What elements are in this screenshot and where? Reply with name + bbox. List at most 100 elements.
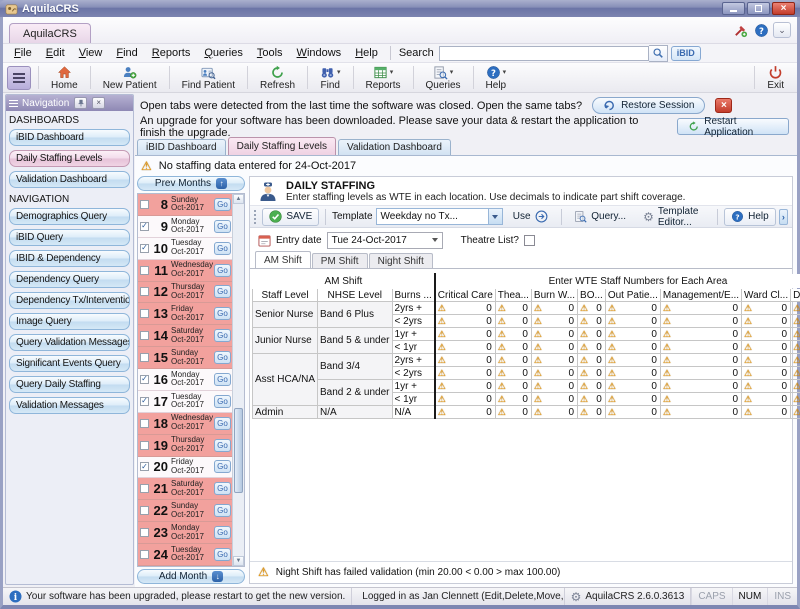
menu-item-windows[interactable]: Windows xyxy=(290,45,349,61)
staff-value-cell[interactable]: ⚠0 xyxy=(742,380,791,393)
date-checkbox[interactable]: ✓ xyxy=(140,462,149,471)
hamburger-menu-button[interactable] xyxy=(7,66,31,90)
sidebar-item-validation-messages[interactable]: Validation Messages xyxy=(9,397,130,414)
toolbar-button-queries[interactable]: ▾Queries xyxy=(417,64,470,91)
staff-value-cell[interactable]: ⚠0 xyxy=(435,393,496,406)
go-button[interactable]: Go xyxy=(214,548,231,561)
date-row-9[interactable]: ✓9MondayOct-2017Go xyxy=(138,216,232,238)
go-button[interactable]: Go xyxy=(214,285,231,298)
date-row-17[interactable]: ✓17TuesdayOct-2017Go xyxy=(138,391,232,413)
staff-value-cell[interactable]: ⚠0 xyxy=(742,341,791,354)
menu-item-find[interactable]: Find xyxy=(109,45,144,61)
restart-application-button[interactable]: Restart Application xyxy=(677,118,789,135)
go-button[interactable]: Go xyxy=(214,504,231,517)
dropdown-arrow-icon[interactable] xyxy=(488,209,502,224)
staff-value-cell[interactable]: ⚠0 xyxy=(578,367,606,380)
staff-value-cell[interactable]: ⚠0 xyxy=(435,406,496,419)
go-button[interactable]: Go xyxy=(214,373,231,386)
sidebar-item-image-query[interactable]: Image Query xyxy=(9,313,130,330)
date-checkbox[interactable] xyxy=(140,331,149,340)
staff-value-cell[interactable]: ⚠0 xyxy=(791,341,800,354)
maximize-button[interactable] xyxy=(747,2,770,15)
date-checkbox[interactable]: ✓ xyxy=(140,244,149,253)
add-month-button[interactable]: Add Month ↓ xyxy=(137,569,245,584)
restore-session-button[interactable]: Restore Session xyxy=(592,97,705,114)
toolbar-overflow-button[interactable]: › xyxy=(779,209,788,225)
sidebar-item-query-validation-messages[interactable]: Query Validation Messages xyxy=(9,334,130,351)
date-checkbox[interactable] xyxy=(140,441,149,450)
staff-value-cell[interactable]: ⚠0 xyxy=(742,315,791,328)
toolbar-button-find[interactable]: ▾Find xyxy=(311,64,350,91)
date-checkbox[interactable]: ✓ xyxy=(140,222,149,231)
staff-value-cell[interactable]: ⚠0 xyxy=(435,328,496,341)
close-button[interactable]: × xyxy=(772,2,795,15)
date-row-22[interactable]: 22SundayOct-2017Go xyxy=(138,500,232,522)
toolbar-button-refresh[interactable]: Refresh xyxy=(251,64,304,91)
go-button[interactable]: Go xyxy=(214,264,231,277)
date-checkbox[interactable] xyxy=(140,266,149,275)
tab-daily-staffing-levels[interactable]: Daily Staffing Levels xyxy=(228,137,336,155)
sidebar-item-validation-dashboard[interactable]: Validation Dashboard xyxy=(9,171,130,188)
dropdown-arrow-icon[interactable] xyxy=(428,233,442,248)
staff-value-cell[interactable]: ⚠0 xyxy=(660,354,741,367)
go-button[interactable]: Go xyxy=(214,526,231,539)
sidebar-item-daily-staffing-levels[interactable]: Daily Staffing Levels xyxy=(9,150,130,167)
sidebar-item-dependency-tx-intervention-query[interactable]: Dependency Tx/Intervention Query xyxy=(9,292,130,309)
staff-value-cell[interactable]: ⚠0 xyxy=(791,354,800,367)
staff-value-cell[interactable]: ⚠0 xyxy=(791,367,800,380)
staff-value-cell[interactable]: ⚠0 xyxy=(578,302,606,315)
staff-value-cell[interactable]: ⚠0 xyxy=(742,302,791,315)
go-button[interactable]: Go xyxy=(214,198,231,211)
staff-value-cell[interactable]: ⚠0 xyxy=(660,406,741,419)
date-checkbox[interactable] xyxy=(140,419,149,428)
date-row-15[interactable]: 15SundayOct-2017Go xyxy=(138,347,232,369)
menu-item-queries[interactable]: Queries xyxy=(197,45,250,61)
sidebar-item-ibid-query[interactable]: iBID Query xyxy=(9,229,130,246)
staffing-help-button[interactable]: ? Help xyxy=(724,208,776,226)
date-checkbox[interactable] xyxy=(140,287,149,296)
staff-value-cell[interactable]: ⚠0 xyxy=(578,380,606,393)
toolbar-grip[interactable] xyxy=(254,210,257,224)
go-button[interactable]: Go xyxy=(214,351,231,364)
shift-tab-night-shift[interactable]: Night Shift xyxy=(369,253,433,268)
staff-value-cell[interactable]: ⚠0 xyxy=(495,393,531,406)
sidebar-item-query-daily-staffing[interactable]: Query Daily Staffing xyxy=(9,376,130,393)
staff-value-cell[interactable]: ⚠0 xyxy=(742,354,791,367)
staff-value-cell[interactable]: ⚠0 xyxy=(435,354,496,367)
menu-item-edit[interactable]: Edit xyxy=(39,45,72,61)
staff-value-cell[interactable]: ⚠0 xyxy=(531,302,577,315)
entry-date-dropdown[interactable]: Tue 24-Oct-2017 xyxy=(327,232,443,249)
staff-value-cell[interactable]: ⚠0 xyxy=(605,315,660,328)
staff-value-cell[interactable]: ⚠0 xyxy=(791,328,800,341)
staff-value-cell[interactable]: ⚠0 xyxy=(531,367,577,380)
staff-value-cell[interactable]: ⚠0 xyxy=(605,341,660,354)
go-button[interactable]: Go xyxy=(214,460,231,473)
staff-value-cell[interactable]: ⚠0 xyxy=(791,406,800,419)
date-row-14[interactable]: 14SaturdayOct-2017Go xyxy=(138,325,232,347)
scroll-down-icon[interactable]: ▼ xyxy=(233,556,244,566)
staff-value-cell[interactable]: ⚠0 xyxy=(578,406,606,419)
staff-value-cell[interactable]: ⚠0 xyxy=(531,341,577,354)
menu-item-view[interactable]: View xyxy=(72,45,110,61)
scrollbar-thumb[interactable] xyxy=(234,408,243,492)
date-checkbox[interactable]: ✓ xyxy=(140,397,149,406)
staff-value-cell[interactable]: ⚠0 xyxy=(531,406,577,419)
help-icon[interactable]: ? xyxy=(752,22,770,38)
use-template-button[interactable]: Use xyxy=(506,208,555,226)
chevron-down-icon[interactable]: ⌄ xyxy=(773,22,791,38)
toolbar-button-reports[interactable]: ▾Reports xyxy=(357,64,410,91)
date-list-scrollbar[interactable]: ▲ ▼ xyxy=(232,194,244,566)
staff-value-cell[interactable]: ⚠0 xyxy=(578,393,606,406)
go-button[interactable]: Go xyxy=(214,482,231,495)
staff-value-cell[interactable]: ⚠0 xyxy=(660,341,741,354)
staff-value-cell[interactable]: ⚠0 xyxy=(495,354,531,367)
template-editor-button[interactable]: ⚙ Template Editor... xyxy=(636,208,711,226)
sidebar-close-icon[interactable]: × xyxy=(92,97,105,109)
date-row-12[interactable]: 12ThursdayOct-2017Go xyxy=(138,282,232,304)
prev-months-button[interactable]: Prev Months ↑ xyxy=(137,176,245,191)
go-button[interactable]: Go xyxy=(214,242,231,255)
staff-value-cell[interactable]: ⚠0 xyxy=(578,341,606,354)
staff-value-cell[interactable]: ⚠0 xyxy=(531,354,577,367)
date-checkbox[interactable]: ✓ xyxy=(140,375,149,384)
go-button[interactable]: Go xyxy=(214,417,231,430)
